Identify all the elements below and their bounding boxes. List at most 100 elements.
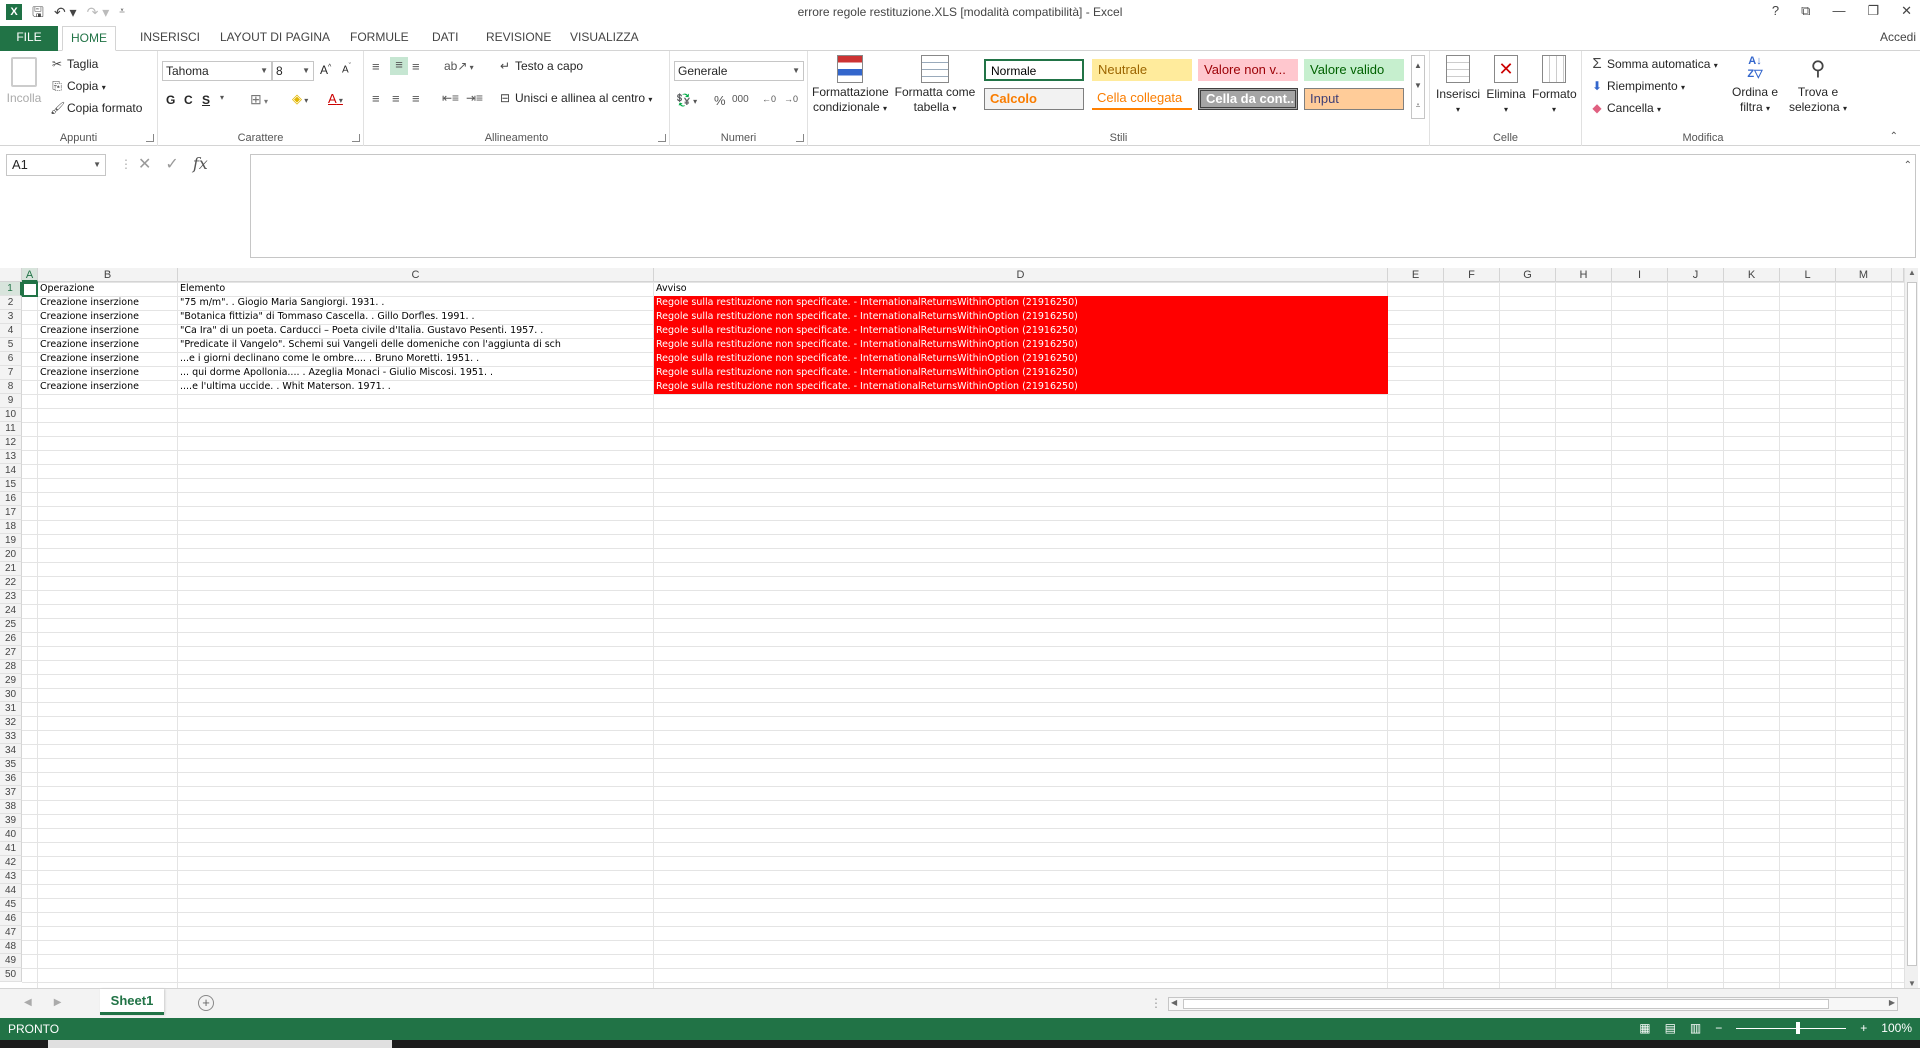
- align-right-icon[interactable]: ≡: [412, 91, 420, 106]
- zoom-out-icon[interactable]: −: [1715, 1021, 1722, 1035]
- row-header-31[interactable]: 31: [0, 702, 22, 716]
- row-header-42[interactable]: 42: [0, 856, 22, 870]
- copy-button[interactable]: ⎘ Copia ▾: [50, 79, 106, 94]
- row-header-41[interactable]: 41: [0, 842, 22, 856]
- row-header-35[interactable]: 35: [0, 758, 22, 772]
- style-linked-cell[interactable]: Cella collegata: [1092, 88, 1192, 110]
- column-header-g[interactable]: G: [1500, 268, 1556, 282]
- format-cells-button[interactable]: Formato ▾: [1532, 55, 1577, 115]
- table-cell-avviso[interactable]: Regole sulla restituzione non specificat…: [654, 380, 1388, 394]
- number-format-select[interactable]: Generale ▼: [674, 61, 804, 81]
- add-sheet-icon[interactable]: +: [198, 995, 214, 1011]
- row-header-1[interactable]: 1: [0, 282, 22, 296]
- table-cell-avviso[interactable]: Regole sulla restituzione non specificat…: [654, 352, 1388, 366]
- table-cell-elemento[interactable]: "75 m/m". . Giogio Maria Sangiorgi. 1931…: [178, 296, 654, 310]
- style-neutral[interactable]: Neutrale: [1092, 59, 1192, 81]
- row-header-17[interactable]: 17: [0, 506, 22, 520]
- table-cell-operazione[interactable]: Creazione inserzione: [38, 310, 178, 324]
- horizontal-scrollbar[interactable]: ◀ ▶: [1168, 997, 1898, 1011]
- next-sheet-icon[interactable]: ▶: [54, 997, 62, 1008]
- column-header-f[interactable]: F: [1444, 268, 1500, 282]
- tab-view[interactable]: VISUALIZZA: [562, 26, 647, 51]
- scroll-left-icon[interactable]: ◀: [1171, 998, 1177, 1007]
- cancel-icon[interactable]: ✕: [138, 154, 151, 174]
- vertical-scrollbar[interactable]: ▲ ▼: [1904, 268, 1918, 988]
- thousands-icon[interactable]: 000: [732, 94, 749, 105]
- row-header-46[interactable]: 46: [0, 912, 22, 926]
- help-icon[interactable]: ?: [1772, 3, 1779, 19]
- zoom-slider-knob[interactable]: [1796, 1021, 1801, 1034]
- tab-home[interactable]: HOME: [62, 26, 116, 51]
- conditional-formatting-button[interactable]: Formattazione condizionale ▾: [812, 55, 889, 116]
- autosum-button[interactable]: Σ Somma automatica ▾: [1590, 55, 1717, 72]
- scroll-right-icon[interactable]: ▶: [1889, 998, 1895, 1007]
- collapse-formula-bar-icon[interactable]: ⌃: [1904, 160, 1912, 171]
- active-cell[interactable]: [22, 282, 38, 297]
- enter-icon[interactable]: ✓: [165, 154, 178, 174]
- restore-icon[interactable]: ❐: [1867, 3, 1879, 19]
- table-cell-operazione[interactable]: Creazione inserzione: [38, 296, 178, 310]
- table-cell-avviso[interactable]: Regole sulla restituzione non specificat…: [654, 310, 1388, 324]
- style-normal[interactable]: Normale: [984, 59, 1084, 81]
- table-cell-elemento[interactable]: "Ca Ira" di un poeta. Carducci – Poeta c…: [178, 324, 654, 338]
- row-header-39[interactable]: 39: [0, 814, 22, 828]
- tab-formulas[interactable]: FORMULE: [342, 26, 417, 51]
- paste-button[interactable]: Incolla: [6, 57, 42, 117]
- clipboard-launcher-icon[interactable]: [146, 134, 154, 142]
- vertical-scroll-thumb[interactable]: [1907, 282, 1917, 966]
- row-header-19[interactable]: 19: [0, 534, 22, 548]
- style-good[interactable]: Valore valido: [1304, 59, 1404, 81]
- tab-splitter-icon[interactable]: ⋮: [1150, 996, 1162, 1010]
- column-header-e[interactable]: E: [1388, 268, 1444, 282]
- row-header-3[interactable]: 3: [0, 310, 22, 324]
- row-header-16[interactable]: 16: [0, 492, 22, 506]
- table-cell-operazione[interactable]: Creazione inserzione: [38, 324, 178, 338]
- table-cell-elemento[interactable]: ...e i giorni declinano come le ombre...…: [178, 352, 654, 366]
- merge-center-button[interactable]: ⊟ Unisci e allinea al centro ▾: [498, 91, 652, 105]
- fill-button[interactable]: ⬇ Riempimento ▾: [1590, 79, 1685, 93]
- scroll-down-icon[interactable]: ▼: [1908, 979, 1916, 988]
- row-header-29[interactable]: 29: [0, 674, 22, 688]
- row-header-43[interactable]: 43: [0, 870, 22, 884]
- row-header-25[interactable]: 25: [0, 618, 22, 632]
- table-cell-elemento[interactable]: "Botanica fittizia" di Tommaso Cascella.…: [178, 310, 654, 324]
- collapse-ribbon-icon[interactable]: ⌃: [1890, 131, 1898, 142]
- column-header-k[interactable]: K: [1724, 268, 1780, 282]
- row-header-20[interactable]: 20: [0, 548, 22, 562]
- row-header-8[interactable]: 8: [0, 380, 22, 394]
- cut-button[interactable]: ✂ Taglia: [50, 57, 98, 71]
- row-header-33[interactable]: 33: [0, 730, 22, 744]
- column-header-h[interactable]: H: [1556, 268, 1612, 282]
- column-header-b[interactable]: B: [38, 268, 178, 282]
- header-cell-operazione[interactable]: Operazione: [38, 282, 178, 296]
- column-header-j[interactable]: J: [1668, 268, 1724, 282]
- row-header-47[interactable]: 47: [0, 926, 22, 940]
- font-name-select[interactable]: Tahoma ▼: [162, 61, 272, 81]
- select-all-corner[interactable]: [0, 268, 22, 282]
- clear-button[interactable]: ◆ Cancella ▾: [1590, 101, 1661, 115]
- style-bad[interactable]: Valore non v...: [1198, 59, 1298, 81]
- percent-icon[interactable]: %: [714, 93, 726, 108]
- row-header-38[interactable]: 38: [0, 800, 22, 814]
- fill-color-icon[interactable]: ◈ ▾: [292, 91, 308, 107]
- format-as-table-button[interactable]: Formatta come tabella ▾: [894, 55, 976, 116]
- row-header-45[interactable]: 45: [0, 898, 22, 912]
- font-size-select[interactable]: 8 ▼: [272, 61, 314, 81]
- table-cell-elemento[interactable]: ....e l'ultima uccide. . Whit Materson. …: [178, 380, 654, 394]
- row-header-5[interactable]: 5: [0, 338, 22, 352]
- row-header-13[interactable]: 13: [0, 450, 22, 464]
- row-header-23[interactable]: 23: [0, 590, 22, 604]
- row-header-30[interactable]: 30: [0, 688, 22, 702]
- table-cell-avviso[interactable]: Regole sulla restituzione non specificat…: [654, 324, 1388, 338]
- table-cell-operazione[interactable]: Creazione inserzione: [38, 338, 178, 352]
- row-header-27[interactable]: 27: [0, 646, 22, 660]
- zoom-slider[interactable]: [1736, 1021, 1847, 1034]
- header-cell-avviso[interactable]: Avviso: [654, 282, 1388, 296]
- row-header-12[interactable]: 12: [0, 436, 22, 450]
- ribbon-display-icon[interactable]: ⧉: [1801, 3, 1810, 19]
- delete-cells-button[interactable]: ✕ Elimina ▾: [1484, 55, 1528, 115]
- decrease-decimal-icon[interactable]: →0: [784, 94, 798, 104]
- align-bottom-icon[interactable]: ≡: [412, 59, 420, 74]
- page-layout-view-icon[interactable]: ▤: [1665, 1021, 1676, 1035]
- font-color-icon[interactable]: A ▾: [328, 91, 343, 106]
